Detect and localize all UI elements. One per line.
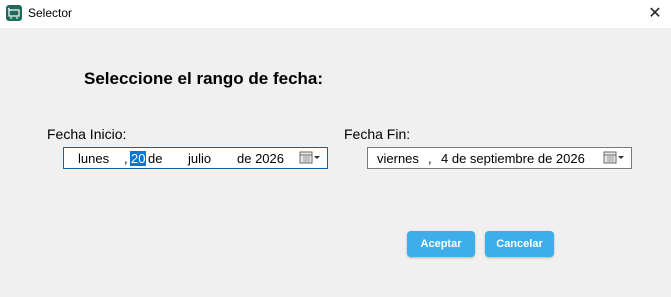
calendar-dropdown-icon[interactable]: [299, 150, 323, 166]
start-de: de: [148, 151, 163, 166]
start-separator: ,: [124, 151, 128, 166]
page-title: Seleccione el rango de fecha:: [84, 69, 324, 88]
start-weekday[interactable]: lunes: [78, 151, 109, 166]
title-bar: Selector ✕: [0, 0, 671, 28]
start-date-label: Fecha Inicio:: [47, 126, 127, 142]
app-icon: [6, 5, 22, 21]
end-date-label: Fecha Fin:: [344, 126, 411, 142]
window-title: Selector: [28, 6, 73, 20]
end-date-picker[interactable]: viernes , 4 de septiembre de 2026: [367, 147, 632, 169]
start-year[interactable]: de 2026: [237, 151, 284, 166]
start-day[interactable]: 20: [130, 151, 147, 166]
end-separator: ,: [428, 151, 432, 166]
close-button[interactable]: ✕: [642, 2, 668, 24]
end-date-text[interactable]: 4 de septiembre de 2026: [441, 151, 585, 166]
start-date-picker[interactable]: lunes , 20 de julio de 2026: [63, 147, 328, 169]
start-month[interactable]: julio: [188, 151, 211, 166]
accept-button[interactable]: Aceptar: [407, 231, 475, 257]
cancel-button[interactable]: Cancelar: [485, 231, 554, 257]
calendar-dropdown-icon[interactable]: [603, 150, 627, 166]
end-weekday[interactable]: viernes: [377, 151, 419, 166]
